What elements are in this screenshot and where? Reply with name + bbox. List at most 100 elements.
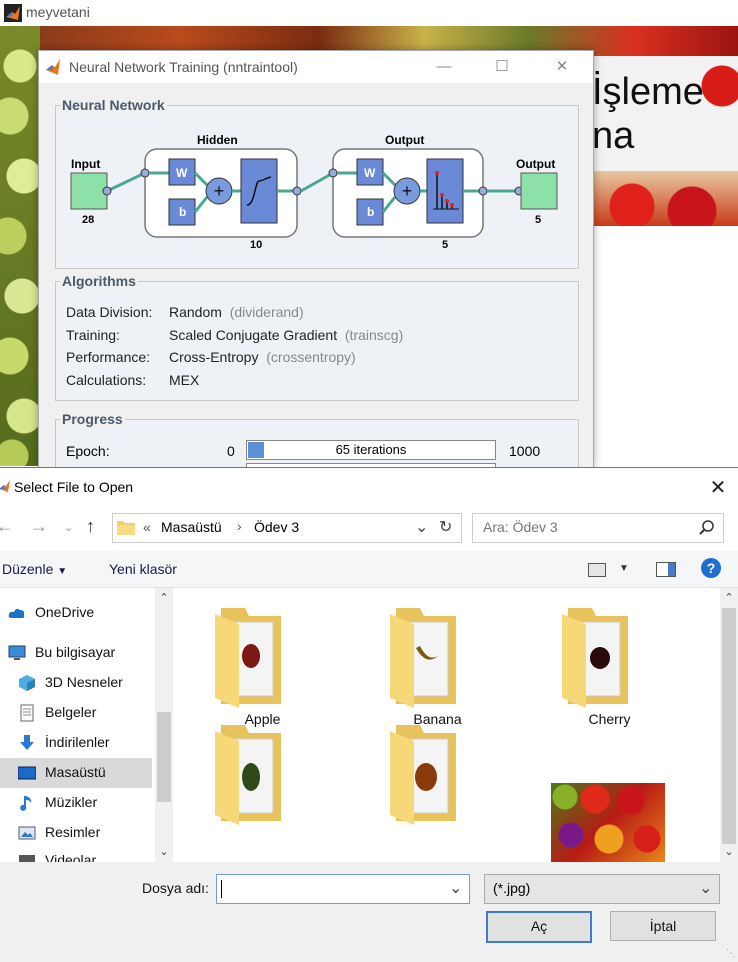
cloud-icon — [8, 608, 25, 618]
sidebar-label: Videolar — [45, 852, 97, 862]
breadcrumb-odev3[interactable]: Ödev 3 — [254, 519, 299, 535]
up-arrow-icon[interactable]: ↑ — [86, 516, 95, 537]
folder-apple[interactable]: Apple — [175, 608, 295, 733]
search-icon[interactable] — [699, 520, 715, 536]
scroll-down-icon[interactable]: ⌄ — [720, 844, 738, 860]
video-icon — [19, 855, 35, 862]
help-icon[interactable]: ? — [701, 558, 721, 578]
scroll-up-icon[interactable]: ⌃ — [720, 590, 738, 606]
plus-icon: + — [402, 181, 413, 201]
app-titlebar: meyvetani — [0, 0, 738, 26]
recent-dropdown-icon[interactable]: ⌄ — [64, 521, 73, 534]
music-note-icon — [20, 796, 32, 811]
file-list-scrollbar[interactable]: ⌃ ⌄ — [720, 588, 738, 862]
folder-icon — [390, 608, 456, 708]
calculations-value: MEX — [169, 372, 200, 388]
slide-title: İşleme na — [592, 70, 704, 158]
neural-network-group-title: Neural Network — [60, 97, 167, 113]
scroll-down-icon[interactable]: ⌄ — [155, 844, 173, 860]
breadcrumb-masaustu[interactable]: Masaüstü — [161, 519, 222, 535]
filename-dropdown-icon[interactable]: ⌄ — [449, 878, 462, 898]
preview-pane-icon[interactable] — [656, 562, 676, 577]
sidebar-label: Resimler — [45, 824, 101, 840]
dialog-title: Select File to Open — [14, 479, 134, 495]
search-box[interactable]: Ara: Ödev 3 — [472, 513, 724, 543]
output-layer-size: 5 — [442, 239, 449, 251]
scroll-up-icon[interactable]: ⌃ — [155, 590, 173, 606]
close-button[interactable]: ✕ — [539, 51, 585, 83]
file-type-dropdown-icon[interactable]: ⌄ — [699, 878, 712, 898]
file-list-scroll-thumb[interactable] — [722, 608, 736, 844]
sidebar-scroll-thumb[interactable] — [157, 712, 171, 802]
fruit-image-thumbnail[interactable] — [551, 783, 665, 862]
folder-icon — [215, 608, 281, 708]
nntraintool-title: Neural Network Training (nntraintool) — [69, 59, 298, 75]
address-bar[interactable]: « Masaüstü › Ödev 3 ⌄ ↻ — [112, 513, 462, 543]
sidebar-item-resimler[interactable]: Resimler — [0, 818, 152, 848]
sidebar-label: İndirilenler — [45, 734, 110, 750]
desktop-icon — [18, 766, 36, 780]
progress-group-title: Progress — [60, 411, 125, 427]
hidden-label: Hidden — [197, 133, 238, 147]
refresh-icon[interactable]: ↻ — [439, 517, 452, 537]
hidden-size: 10 — [250, 239, 263, 251]
sidebar-label: Bu bilgisayar — [35, 644, 116, 660]
connector — [300, 171, 334, 193]
sidebar-item-bu-bilgisayar[interactable]: Bu bilgisayar — [0, 638, 152, 668]
hidden-bias-label: b — [179, 205, 187, 219]
address-dropdown-icon[interactable]: ⌄ — [415, 517, 428, 537]
performance-function: (crossentropy) — [266, 349, 356, 365]
resize-grip-icon[interactable]: ⋱ — [726, 948, 736, 959]
data-division-value: Random (dividerand) — [169, 304, 304, 320]
output-layer-label: Output — [385, 133, 425, 147]
text-cursor — [221, 880, 222, 898]
sidebar-item-onedrive[interactable]: OneDrive — [0, 598, 152, 628]
algorithms-group-title: Algorithms — [60, 273, 138, 289]
breadcrumb-separator-icon: › — [237, 518, 242, 534]
sidebar-scrollbar[interactable]: ⌃ ⌄ — [155, 588, 173, 862]
folder-icon — [117, 521, 135, 535]
input-block — [70, 172, 108, 210]
slide-title-line-2: na — [592, 115, 635, 157]
dialog-titlebar: Select File to Open ✕ — [0, 468, 738, 506]
folder-icon — [215, 725, 281, 825]
folder-unnamed-2[interactable] — [350, 725, 470, 862]
open-button[interactable]: Aç — [486, 911, 592, 943]
back-arrow-icon[interactable]: ← — [0, 516, 14, 537]
folder-unnamed-1[interactable] — [175, 725, 295, 862]
app-title: meyvetani — [26, 4, 90, 20]
file-type-select[interactable]: (*.jpg) ⌄ — [484, 874, 720, 904]
view-dropdown-icon[interactable]: ▼ — [619, 563, 629, 574]
input-label: Input — [71, 157, 101, 171]
sidebar-item-belgeler[interactable]: Belgeler — [0, 698, 152, 728]
minimize-button[interactable]: — — [421, 51, 467, 83]
organize-menu[interactable]: Düzenle ▼ — [2, 561, 67, 577]
folder-banana[interactable]: Banana — [350, 608, 470, 733]
sidebar-item-videolar[interactable]: Videolar — [0, 850, 152, 862]
sidebar-item-muzikler[interactable]: Müzikler — [0, 788, 152, 818]
output-block — [520, 172, 558, 210]
sidebar-item-indirilenler[interactable]: İndirilenler — [0, 728, 152, 758]
tansig-transfer-block — [240, 158, 278, 224]
folder-icon — [390, 725, 456, 825]
epoch-label: Epoch: — [66, 443, 110, 459]
file-list: Apple Banana Cherry — [175, 588, 719, 862]
organize-label: Düzenle — [2, 561, 54, 577]
dialog-close-button[interactable]: ✕ — [700, 472, 736, 504]
folder-cherry[interactable]: Cherry — [522, 608, 642, 733]
view-options-icon[interactable] — [588, 563, 606, 577]
cancel-button[interactable]: İptal — [610, 911, 716, 941]
sidebar-label: Belgeler — [45, 704, 97, 720]
document-icon — [20, 704, 34, 722]
maximize-button[interactable]: ☐ — [479, 51, 525, 83]
sidebar-item-masaustu[interactable]: Masaüstü — [0, 758, 152, 788]
sidebar-item-3d-nesneler[interactable]: 3D Nesneler — [0, 668, 152, 698]
matlab-icon — [0, 480, 10, 492]
filename-input[interactable]: ⌄ — [216, 874, 470, 904]
progress-text: 65 iterations — [335, 442, 407, 457]
pictures-icon — [18, 826, 36, 840]
download-arrow-icon — [20, 735, 34, 750]
new-folder-button[interactable]: Yeni klasör — [109, 561, 177, 577]
file-type-value: (*.jpg) — [493, 880, 531, 896]
forward-arrow-icon[interactable]: → — [30, 516, 48, 537]
